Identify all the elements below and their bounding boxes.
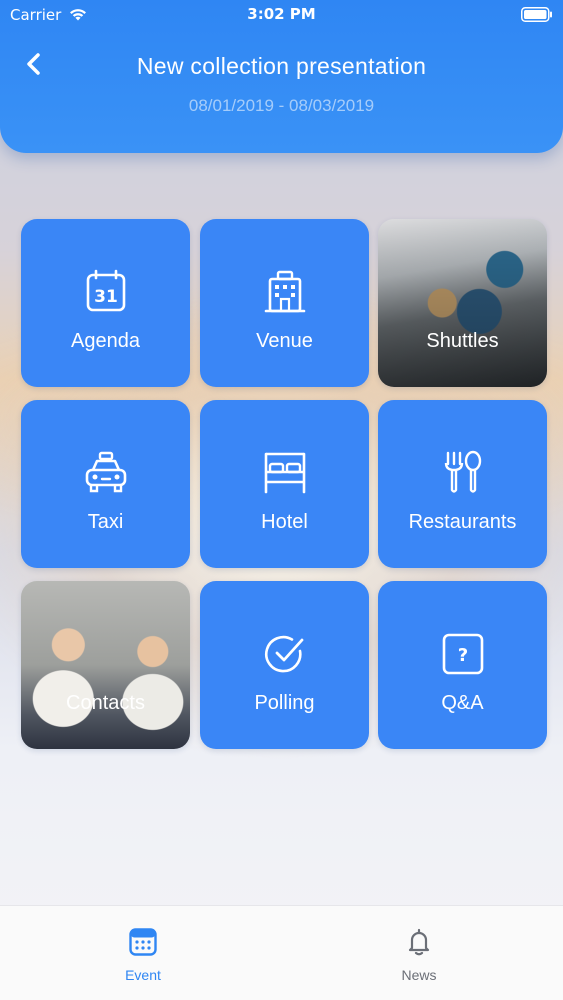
bus-interior-photo [378,219,547,387]
calendar-day: 31 [94,287,118,307]
tile-label: Venue [256,330,313,352]
page-title: New collection presentation [136,53,427,79]
header: Carrier 3:02 PM New collection presentat… [0,0,563,153]
children-photo [21,581,190,749]
tile-venue[interactable]: Venue [200,219,369,387]
tile-label: Restaurants [408,511,517,533]
calendar-icon: 31 [86,269,126,312]
tab-event-label: Event [125,967,161,983]
taxi-icon [85,451,127,493]
bed-icon [264,452,306,494]
question-glyph: ? [458,645,468,666]
event-dates: 08/01/2019 - 08/03/2019 [188,96,375,115]
tile-label: Q&A [441,692,484,714]
tab-event[interactable]: Event [43,906,243,1000]
tile-taxi[interactable]: Taxi [21,400,190,568]
tile-hotel[interactable]: Hotel [200,400,369,568]
tab-news-label: News [401,967,437,983]
tile-label: Polling [254,692,315,714]
building-icon [264,270,306,313]
tile-shuttles[interactable]: Shuttles [378,219,547,387]
tile-qa[interactable]: ? Q&A [378,581,547,749]
tile-agenda[interactable]: 31 Agenda [21,219,190,387]
tile-label: Taxi [87,511,124,533]
tile-contacts[interactable]: Contacts [21,581,190,749]
question-icon: ? [442,633,484,675]
check-circle-icon [265,635,304,673]
tile-label: Contacts [66,692,145,714]
fork-spoon-icon [444,450,482,493]
calendar-grid-icon [129,928,157,956]
bell-icon [408,928,430,956]
tab-news[interactable]: News [319,906,519,1000]
status-bar: Carrier 3:02 PM [0,0,563,30]
tile-label: Agenda [71,330,140,352]
tile-label: Shuttles [426,330,499,352]
tile-label: Hotel [261,511,308,533]
tab-bar: Event News [0,905,563,1000]
tile-restaurants[interactable]: Restaurants [378,400,547,568]
battery-icon [521,7,552,22]
clock: 3:02 PM [247,5,316,23]
tile-polling[interactable]: Polling [200,581,369,749]
